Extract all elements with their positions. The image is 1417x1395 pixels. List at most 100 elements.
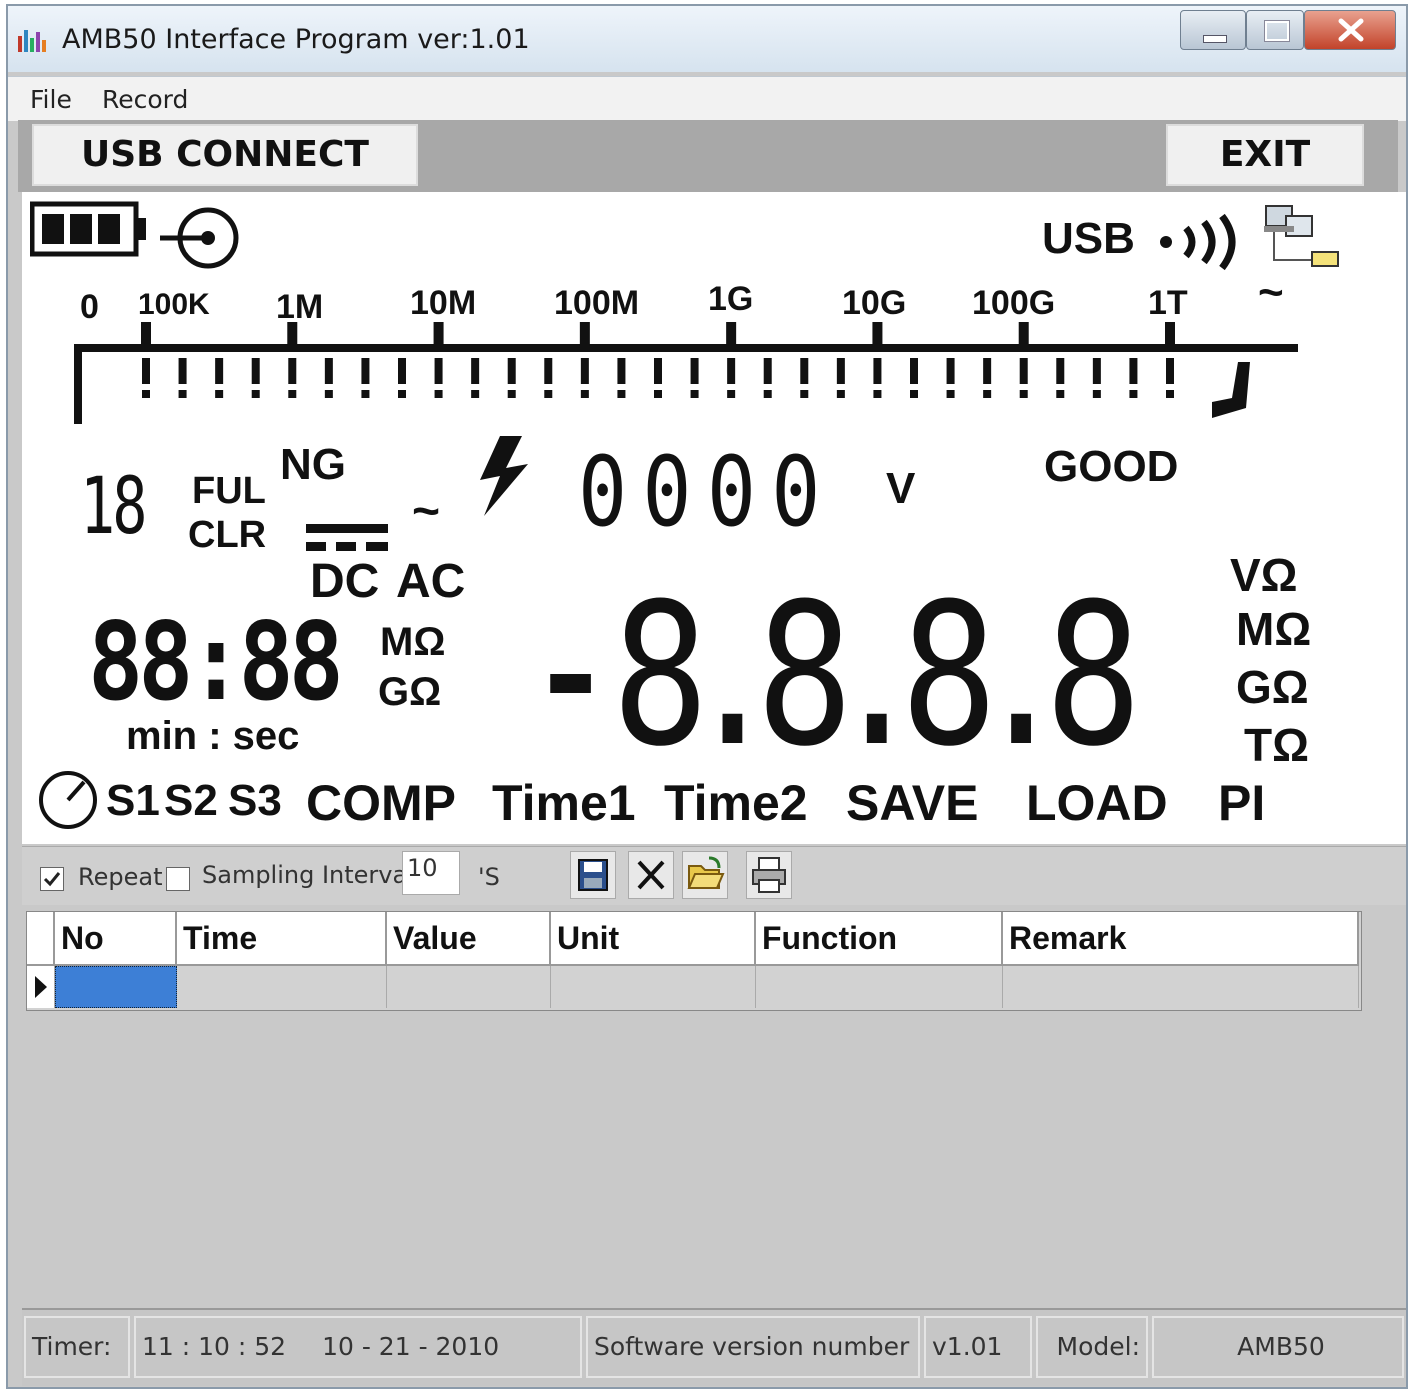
bargraph-segment	[873, 358, 882, 384]
bargraph-segment-dot	[288, 390, 297, 398]
software-version-value: v1.01	[924, 1316, 1032, 1378]
bargraph-segment	[654, 358, 662, 384]
bargraph-segment-dot	[727, 390, 736, 398]
minimize-button[interactable]	[1180, 10, 1246, 50]
menu-file[interactable]: File	[30, 85, 72, 114]
bargraph-segment	[1166, 358, 1174, 384]
clr-indicator: CLR	[188, 514, 267, 556]
bargraph-segment	[544, 358, 553, 384]
bargraph-segment	[1056, 358, 1065, 384]
bargraph-segment	[946, 358, 955, 384]
column-header-value[interactable]: Value	[387, 912, 551, 966]
sampling-interval-label: Sampling Interval	[202, 861, 414, 889]
bargraph-segment	[1129, 358, 1138, 384]
bargraph-segment	[910, 358, 918, 384]
timer-value: 11 : 10 : 52 10 - 21 - 2010	[134, 1316, 582, 1378]
unit-teraohm: TΩ	[1244, 719, 1309, 771]
repeat-checkbox[interactable]	[40, 867, 64, 891]
bargraph-segment-dot	[1166, 390, 1174, 398]
bargraph-segment-dot	[1092, 390, 1101, 398]
timer-time: 11 : 10 : 52	[142, 1332, 287, 1361]
close-button[interactable]	[1304, 10, 1396, 50]
table-cell-no[interactable]	[55, 966, 177, 1008]
bargraph-segment-dot	[580, 390, 589, 398]
application-window: AMB50 Interface Program ver:1.01 File Re…	[6, 4, 1408, 1389]
open-record-button[interactable]	[682, 851, 728, 899]
table-cell-time[interactable]	[177, 966, 387, 1008]
table-cell-function[interactable]	[756, 966, 1003, 1008]
maximize-button[interactable]	[1246, 10, 1304, 50]
bargraph-segment-dot	[1129, 390, 1138, 398]
record-toolbar: Repeat Sampling Interval 10 'S	[22, 846, 1406, 905]
print-record-button[interactable]	[746, 851, 792, 899]
column-header-remark[interactable]: Remark	[1003, 912, 1359, 966]
main-sign: -	[544, 580, 598, 759]
table-cell-unit[interactable]	[551, 966, 756, 1008]
column-header-time[interactable]: Time	[177, 912, 387, 966]
window-title: AMB50 Interface Program ver:1.01	[62, 24, 530, 55]
model-value: AMB50	[1152, 1316, 1404, 1378]
menu-record[interactable]: Record	[102, 85, 188, 114]
bargraph-segment	[434, 358, 443, 384]
row-selector[interactable]	[27, 966, 55, 1008]
app-icon	[18, 30, 46, 52]
bargraph-segment-dot	[690, 390, 699, 398]
s3-indicator: S3	[228, 776, 282, 825]
title-bar: AMB50 Interface Program ver:1.01	[8, 6, 1406, 72]
repeat-label: Repeat	[78, 863, 163, 891]
exit-button[interactable]: EXIT	[1166, 124, 1364, 186]
bargraph-segment-dot	[507, 390, 516, 398]
software-version-label: Software version number :	[586, 1316, 920, 1378]
column-header-function[interactable]: Function	[756, 912, 1003, 966]
small-digits: 18	[80, 462, 147, 552]
pi-indicator: PI	[1218, 775, 1266, 831]
row-header-corner	[27, 912, 55, 966]
bargraph-segment-dot	[946, 390, 955, 398]
sampling-interval-checkbox[interactable]	[166, 867, 190, 891]
delete-icon	[637, 860, 665, 890]
delete-record-button[interactable]	[628, 851, 674, 899]
bargraph-segment-dot	[251, 390, 260, 398]
bargraph-segment	[178, 358, 187, 384]
save-record-button[interactable]	[570, 851, 616, 899]
bargraph-segment	[324, 358, 333, 384]
usb-connect-button[interactable]: USB CONNECT	[32, 124, 418, 186]
column-header-unit[interactable]: Unit	[551, 912, 756, 966]
bargraph-major-tick	[433, 322, 444, 346]
bargraph-segment	[1092, 358, 1101, 384]
status-bar: Timer: 11 : 10 : 52 10 - 21 - 2010 Softwa…	[22, 1308, 1406, 1386]
unit-gigaohm: GΩ	[1236, 661, 1309, 713]
bargraph-segment-dot	[800, 390, 809, 398]
timer-units-label: min : sec	[126, 714, 300, 758]
bargraph-segment	[580, 358, 589, 384]
timer-label: Timer:	[24, 1316, 130, 1378]
main-reading: 8.8.8.8	[612, 562, 1142, 790]
s2-indicator: S2	[164, 776, 218, 825]
bargraph-segment	[1019, 358, 1028, 384]
bargraph-segment	[398, 358, 406, 384]
bargraph-segment	[361, 358, 370, 384]
bargraph-segment-dot	[398, 390, 406, 398]
table-cell-value[interactable]	[387, 966, 551, 1008]
bargraph-segment-dot	[763, 390, 772, 398]
voltage-unit: V	[886, 464, 916, 513]
checkmark-icon	[43, 872, 61, 887]
table-cell-remark[interactable]	[1003, 966, 1359, 1008]
menu-bar: File Record	[8, 76, 1406, 121]
voltage-digits: 0000	[578, 436, 836, 548]
interval-input[interactable]: 10	[402, 851, 460, 895]
column-header-no[interactable]: No	[55, 912, 177, 966]
comp-indicator: COMP	[306, 775, 456, 831]
load-indicator: LOAD	[1026, 775, 1168, 831]
bargraph-segment	[142, 358, 150, 384]
bargraph-segment	[727, 358, 736, 384]
bargraph-segment-dot	[361, 390, 370, 398]
ful-indicator: FUL	[192, 470, 266, 512]
minimize-icon	[1203, 35, 1227, 43]
bargraph-segment	[617, 358, 626, 384]
bargraph-segment	[763, 358, 772, 384]
s1-indicator: S1	[106, 776, 160, 825]
bargraph-segment-dot	[910, 390, 918, 398]
time1-indicator: Time1	[492, 775, 636, 831]
bargraph-major-tick	[141, 322, 151, 346]
